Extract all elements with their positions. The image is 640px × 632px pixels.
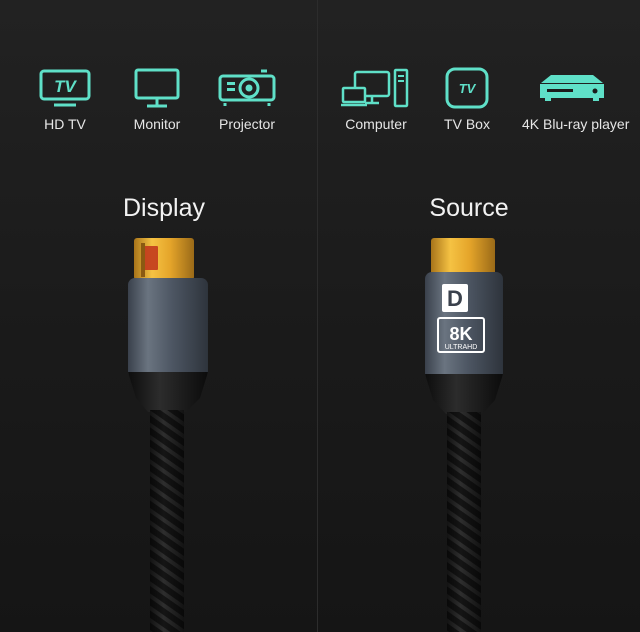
8k-badge-text: 8K bbox=[449, 324, 472, 344]
display-connector bbox=[128, 238, 208, 632]
source-connector: D 8K ULTRAHD bbox=[425, 238, 503, 632]
cable-illustration: D 8K ULTRAHD bbox=[128, 238, 503, 632]
displayport-logo-letter: D bbox=[447, 286, 463, 311]
ultrahd-badge-text: ULTRAHD bbox=[445, 344, 478, 351]
product-image: TV HD TV Monitor Projector Computer TV T… bbox=[0, 0, 640, 632]
